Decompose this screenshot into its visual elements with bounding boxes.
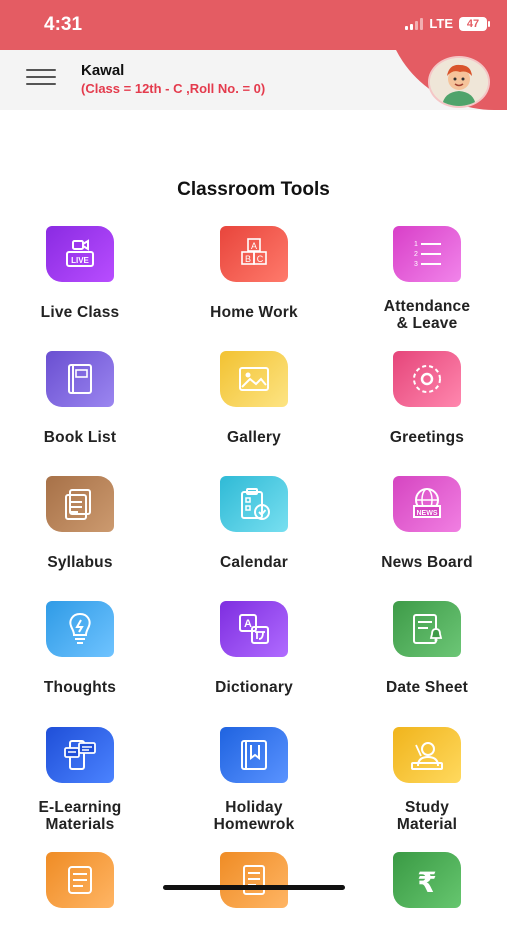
greeting-icon [393,351,461,407]
translate-icon: A [220,601,288,657]
image-icon [220,351,288,407]
tool-documents[interactable]: Syllabus [0,476,160,571]
svg-text:NEWS: NEWS [417,510,438,517]
tool-scroll[interactable] [0,852,160,930]
e-learning-icon [46,727,114,783]
tool-label: Book List [43,429,117,446]
tool-label: Attendance & Leave [383,298,471,332]
tool-book[interactable]: Book List [0,351,160,446]
tool-translate[interactable]: A Dictionary [174,601,334,696]
tool-date-sheet[interactable]: Date Sheet [347,601,507,696]
svg-text:₹: ₹ [417,866,436,899]
numbered-list-icon: 1 2 3 [393,226,461,282]
holiday-book-icon [220,727,288,783]
lightbulb-icon [46,601,114,657]
tool-lightbulb[interactable]: Thoughts [0,601,160,696]
documents-icon [46,476,114,532]
tool-document[interactable] [174,852,334,930]
tool-label: Study Material [396,799,458,833]
tool-label: Gallery [227,429,281,446]
home-indicator[interactable] [163,885,345,890]
book-icon [46,351,114,407]
svg-text:1: 1 [414,241,418,248]
news-globe-icon: NEWS [393,476,461,532]
clipboard-check-icon [220,476,288,532]
tool-label: Date Sheet [385,679,469,696]
tool-label: Syllabus [47,554,113,571]
tool-live-class[interactable]: LIVE Live Class [0,226,160,321]
tool-label: News Board [381,554,473,571]
tool-label: Live Class [40,304,120,321]
tool-rupee[interactable]: ₹ [347,852,507,930]
tool-study-material[interactable]: Study Material [347,727,507,833]
tool-news-globe[interactable]: NEWS News Board [347,476,507,571]
tool-label: Greetings [389,429,465,446]
tool-label: Thoughts [43,679,117,696]
svg-text:2: 2 [414,251,418,258]
svg-text:A: A [251,241,257,251]
tool-numbered-list[interactable]: 1 2 3 Attendance & Leave [347,226,507,332]
date-sheet-icon [393,601,461,657]
tool-label: E-Learning Materials [38,799,122,833]
svg-text:LIVE: LIVE [71,256,89,265]
tool-clipboard-check[interactable]: Calendar [174,476,334,571]
study-material-icon [393,727,461,783]
live-class-icon: LIVE [46,226,114,282]
classroom-tools-grid: LIVE Live Class A B C Home Work 1 2 3 Attendance &… [0,0,507,908]
tool-label: Holiday Homewrok [213,799,295,833]
tool-abc-blocks[interactable]: A B C Home Work [174,226,334,321]
svg-text:A: A [244,618,252,630]
abc-blocks-icon: ABC [220,226,288,282]
tool-greeting[interactable]: Greetings [347,351,507,446]
svg-text:C: C [257,254,264,264]
svg-text:3: 3 [414,261,418,268]
tool-label: Home Work [210,304,298,321]
tool-holiday-book[interactable]: Holiday Homewrok [174,727,334,833]
svg-text:B: B [245,254,251,264]
tool-label: Calendar [220,554,288,571]
tool-e-learning[interactable]: E-Learning Materials [0,727,160,833]
tool-label: Dictionary [215,679,293,696]
tool-image[interactable]: Gallery [174,351,334,446]
